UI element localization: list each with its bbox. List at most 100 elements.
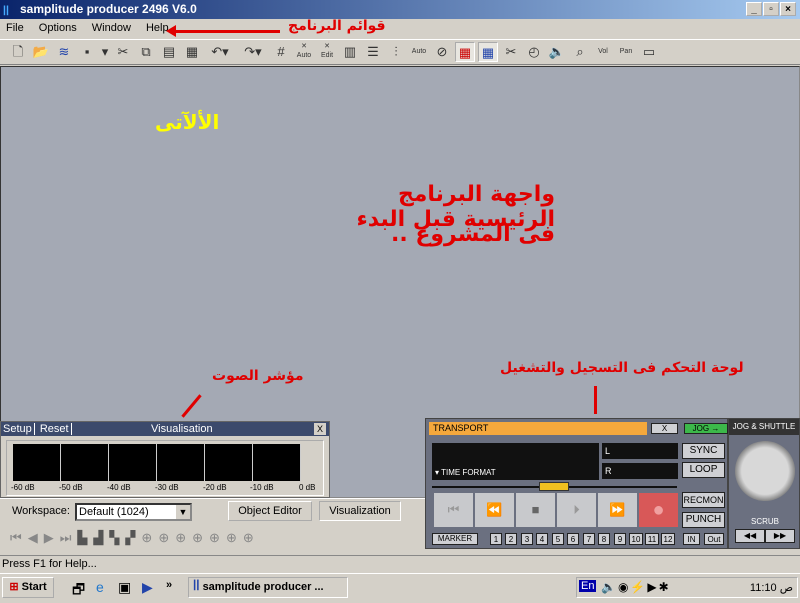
- paste-special-icon[interactable]: ▦: [182, 42, 202, 62]
- menu-options[interactable]: Options: [39, 22, 77, 34]
- marker-right-icon[interactable]: ▟: [93, 530, 103, 546]
- minimize-button[interactable]: _: [746, 2, 762, 16]
- mixer-icon[interactable]: ▥: [340, 42, 360, 62]
- new-icon[interactable]: 🗋: [8, 42, 28, 62]
- settings-icon[interactable]: ⊘: [432, 42, 452, 62]
- volume-icon[interactable]: Vol: [593, 42, 613, 62]
- marker-10-button[interactable]: 10: [629, 533, 643, 545]
- object-icon[interactable]: ▦: [478, 42, 498, 62]
- paste-icon[interactable]: ▤: [159, 42, 179, 62]
- range-icon[interactable]: ▦: [455, 42, 475, 62]
- menu-window[interactable]: Window: [92, 22, 131, 34]
- punch-button[interactable]: PUNCH: [682, 512, 725, 528]
- auto-grid-icon[interactable]: Auto: [409, 42, 429, 62]
- go-start-icon[interactable]: ⏮: [10, 530, 22, 546]
- sync-button[interactable]: SYNC: [682, 443, 725, 459]
- import-icon[interactable]: ≋: [54, 42, 74, 62]
- loop-button[interactable]: LOOP: [682, 462, 725, 478]
- redo-icon[interactable]: ↷▾: [238, 42, 268, 62]
- prev-icon[interactable]: ◀: [28, 530, 38, 546]
- setup-button[interactable]: Setup: [1, 423, 35, 435]
- marker-12-button[interactable]: 12: [661, 533, 675, 545]
- recmon-button[interactable]: RECMON: [682, 492, 725, 508]
- marker-3-button[interactable]: 3: [521, 533, 533, 545]
- close-button[interactable]: ×: [780, 2, 796, 16]
- marker-left-icon[interactable]: ▙: [77, 530, 87, 546]
- more-icon[interactable]: »: [166, 579, 172, 591]
- marker-next-icon[interactable]: ▞: [125, 530, 135, 546]
- marker-6-button[interactable]: 6: [567, 533, 579, 545]
- go-end-icon[interactable]: ⏭: [60, 530, 72, 546]
- record-button[interactable]: ●: [639, 493, 678, 527]
- edit-crossfade-icon[interactable]: ✕ Edit: [317, 42, 337, 62]
- play-button[interactable]: ⏵: [557, 493, 596, 527]
- save-dropdown-icon[interactable]: ▾: [100, 42, 110, 62]
- stop-button[interactable]: ■: [516, 493, 555, 527]
- folder-icon[interactable]: ▣: [118, 579, 131, 596]
- align-icon[interactable]: ☰: [363, 42, 383, 62]
- timer-icon[interactable]: ◴: [524, 42, 544, 62]
- ie-icon[interactable]: e: [96, 579, 104, 595]
- forward-button[interactable]: ⏩: [598, 493, 637, 527]
- marker-5-button[interactable]: 5: [552, 533, 564, 545]
- cut-tool-icon[interactable]: ✂: [501, 42, 521, 62]
- zoom-all-icon[interactable]: ⊕: [141, 530, 152, 546]
- window-icon[interactable]: ▭: [639, 42, 659, 62]
- marker-prev-icon[interactable]: ▚: [109, 530, 119, 546]
- arrow-icon: [170, 30, 280, 33]
- maximize-button[interactable]: ▫: [763, 2, 779, 16]
- left-locator[interactable]: L: [602, 443, 678, 459]
- desktop-icon[interactable]: 🗗: [72, 579, 85, 603]
- next-icon[interactable]: ▶: [44, 530, 54, 546]
- punch-in-button[interactable]: IN: [683, 533, 700, 545]
- visualization-button[interactable]: Visualization: [319, 501, 401, 521]
- media-player-icon[interactable]: ▶: [142, 579, 153, 596]
- zoom-10s-icon[interactable]: ⊕: [209, 530, 220, 546]
- cut-icon[interactable]: ✂: [113, 42, 133, 62]
- copy-icon[interactable]: ⧉: [136, 42, 156, 62]
- marker-4-button[interactable]: 4: [536, 533, 548, 545]
- menu-file[interactable]: File: [6, 22, 24, 34]
- zoom-range-icon[interactable]: ⊕: [158, 530, 169, 546]
- open-icon[interactable]: 📂: [31, 42, 51, 62]
- pan-icon[interactable]: Pan: [616, 42, 636, 62]
- right-locator[interactable]: R: [602, 463, 678, 479]
- position-slider-handle[interactable]: [539, 482, 569, 491]
- undo-icon[interactable]: ↶▾: [205, 42, 235, 62]
- rewind-button[interactable]: ⏪: [475, 493, 514, 527]
- zoom-one-icon[interactable]: ⊕: [175, 530, 186, 546]
- close-button[interactable]: X: [314, 423, 326, 435]
- jog-button[interactable]: JOG →: [684, 423, 728, 434]
- auto-crossfade-icon[interactable]: ✕ Auto: [294, 42, 314, 62]
- marker-button[interactable]: MARKER: [432, 533, 478, 545]
- save-icon[interactable]: ▪: [77, 42, 97, 62]
- snap-icon[interactable]: #: [271, 42, 291, 62]
- time-format-button[interactable]: ▾ TIME FORMAT: [435, 468, 496, 477]
- marker-1-button[interactable]: 1: [490, 533, 502, 545]
- zoom-10m-icon[interactable]: ⊕: [243, 530, 254, 546]
- scrub-rewind-button[interactable]: ◀◀: [735, 529, 765, 543]
- tray-icons[interactable]: 🔈◉⚡▶✱: [601, 580, 671, 594]
- zoom-icon[interactable]: ⌕: [570, 42, 590, 62]
- reset-button[interactable]: Reset: [37, 423, 72, 435]
- chevron-down-icon[interactable]: ▼: [176, 505, 190, 519]
- marker-2-button[interactable]: 2: [505, 533, 517, 545]
- marker-9-button[interactable]: 9: [614, 533, 626, 545]
- workspace-select[interactable]: Default (1024) ▼: [75, 503, 192, 521]
- punch-out-button[interactable]: Out: [704, 533, 724, 545]
- start-button[interactable]: ⊞ Start: [2, 577, 54, 598]
- language-indicator[interactable]: En: [579, 580, 597, 592]
- zoom-60s-icon[interactable]: ⊕: [226, 530, 237, 546]
- jog-wheel[interactable]: [735, 441, 795, 501]
- zoom-1s-icon[interactable]: ⊕: [192, 530, 203, 546]
- go-start-button[interactable]: ⏮: [434, 493, 473, 527]
- grid-icon[interactable]: ⫶: [386, 42, 406, 62]
- object-editor-button[interactable]: Object Editor: [228, 501, 312, 521]
- marker-7-button[interactable]: 7: [583, 533, 595, 545]
- taskbar-task-samplitude[interactable]: ꟾꟾ samplitude producer ...: [188, 577, 348, 598]
- marker-11-button[interactable]: 11: [645, 533, 659, 545]
- speaker-icon[interactable]: 🔈: [547, 42, 567, 62]
- marker-8-button[interactable]: 8: [598, 533, 610, 545]
- scrub-forward-button[interactable]: ▶▶: [765, 529, 795, 543]
- transport-close-button[interactable]: X: [651, 423, 678, 434]
